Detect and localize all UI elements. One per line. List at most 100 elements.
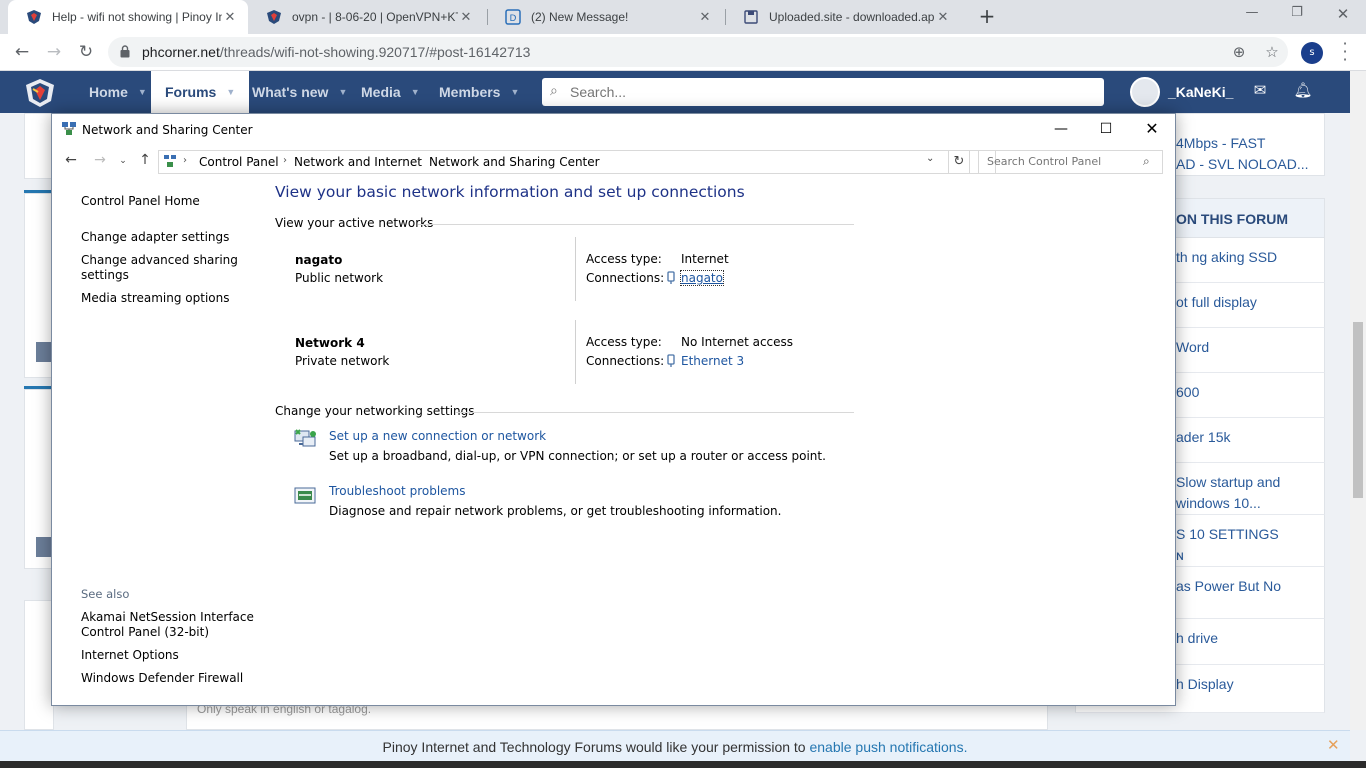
minimize-icon[interactable]: — xyxy=(1046,118,1076,140)
back-arrow-icon[interactable]: ← xyxy=(11,41,33,63)
akamai-netsession-link[interactable]: Akamai NetSession Interface xyxy=(81,610,254,625)
divider xyxy=(575,320,576,384)
search-icon[interactable]: ⌕ xyxy=(1143,154,1150,169)
tab-close-icon[interactable]: ✕ xyxy=(697,9,713,25)
address-bar[interactable]: phcorner.net/threads/wifi-not-showing.92… xyxy=(108,37,1288,67)
change-adapter-settings-link[interactable]: Change adapter settings xyxy=(81,230,229,245)
task-description: Set up a broadband, dial-up, or VPN conn… xyxy=(329,449,826,463)
recent-locations-chevron-icon[interactable]: ⌄ xyxy=(114,156,132,166)
up-arrow-icon[interactable]: ↑ xyxy=(136,152,154,168)
search-control-panel-input[interactable] xyxy=(987,155,1137,168)
breadcrumb-chevron-icon[interactable]: › xyxy=(183,155,187,166)
access-type-label: Access type: xyxy=(586,252,662,266)
bell-icon[interactable]: 🔔︎ xyxy=(1293,81,1313,99)
back-arrow-icon[interactable]: ← xyxy=(62,152,80,168)
tab-close-icon[interactable]: ✕ xyxy=(935,9,951,25)
forward-arrow-icon[interactable]: → xyxy=(43,41,65,63)
troubleshoot-problems-link[interactable]: Troubleshoot problems xyxy=(329,484,465,498)
change-advanced-sharing-link[interactable]: settings xyxy=(81,268,129,283)
close-icon[interactable]: ✕ xyxy=(1327,736,1340,754)
breadcrumb-chevron-icon[interactable]: › xyxy=(417,155,421,166)
breadcrumb[interactable]: › Control Panel › Network and Internet ›… xyxy=(158,150,996,174)
menu-kebab-icon[interactable]: · · · xyxy=(1338,36,1352,68)
forward-arrow-icon[interactable]: → xyxy=(91,152,109,168)
change-networking-settings-heading: Change your networking settings xyxy=(275,404,475,418)
network-center-icon xyxy=(61,121,77,137)
taskbar xyxy=(0,761,1366,768)
tab-help-wifi[interactable]: Help - wifi not showing | Pinoy In ✕ xyxy=(8,0,248,34)
divider xyxy=(456,412,854,413)
refresh-icon[interactable]: ↻ xyxy=(948,150,970,174)
url-text: phcorner.net/threads/wifi-not-showing.92… xyxy=(142,44,531,60)
floppy-favicon-icon xyxy=(743,9,759,25)
maximize-icon[interactable]: ☐ xyxy=(1091,118,1121,140)
restore-icon[interactable]: ❐ xyxy=(1282,5,1312,25)
divider xyxy=(575,237,576,301)
access-type-value: Internet xyxy=(681,252,729,266)
new-tab-button[interactable]: + xyxy=(976,6,998,28)
sidebar-link[interactable]: AD - SVL NOLOAD... xyxy=(1176,156,1309,172)
nav-members[interactable]: Members ▼ xyxy=(439,71,519,113)
page-scrollbar-thumb[interactable] xyxy=(1353,322,1363,498)
internet-options-link[interactable]: Internet Options xyxy=(81,648,179,663)
media-streaming-options-link[interactable]: Media streaming options xyxy=(81,291,229,306)
tab-title: Uploaded.site - downloaded.apk xyxy=(769,10,935,24)
close-icon[interactable]: ✕ xyxy=(1328,5,1358,25)
site-header: Home ▼ Forums ▼ What's new ▼ Media ▼ Members… xyxy=(0,71,1350,113)
tab-ovpn[interactable]: ovpn - | 8-06-20 | OpenVPN+KTH ✕ xyxy=(248,0,484,34)
connection-link-nagato[interactable]: nagato xyxy=(680,270,724,286)
network-category-link[interactable]: Private network xyxy=(295,354,389,368)
close-icon[interactable]: ✕ xyxy=(1137,118,1167,140)
user-avatar[interactable] xyxy=(1130,77,1160,107)
connection-link-ethernet-3[interactable]: Ethernet 3 xyxy=(681,354,744,368)
envelope-icon[interactable]: ✉ xyxy=(1250,81,1270,99)
site-search[interactable]: ⌕ xyxy=(542,78,1104,106)
forum-card xyxy=(24,113,54,179)
window-title: Network and Sharing Center xyxy=(82,123,253,137)
nav-forums[interactable]: Forums ▼ xyxy=(151,71,250,113)
thumbnail xyxy=(36,537,52,557)
akamai-netsession-link[interactable]: Control Panel (32-bit) xyxy=(81,625,209,640)
browser-tabstrip: Help - wifi not showing | Pinoy In ✕ ovp… xyxy=(0,0,1366,34)
control-panel-home-link[interactable]: Control Panel Home xyxy=(81,194,200,209)
lock-icon[interactable] xyxy=(120,45,130,62)
profile-avatar[interactable]: s xyxy=(1301,42,1323,64)
breadcrumb-network-sharing-center[interactable]: Network and Sharing Center xyxy=(429,155,600,169)
username[interactable]: _KaNeKi_ xyxy=(1168,84,1233,100)
tab-close-icon[interactable]: ✕ xyxy=(222,9,238,25)
tab-new-message[interactable]: D (2) New Message! ✕ xyxy=(487,0,723,34)
change-advanced-sharing-link[interactable]: Change advanced sharing xyxy=(81,253,238,268)
sidebar-link[interactable]: 4Mbps - FAST xyxy=(1176,135,1265,151)
push-message: Pinoy Internet and Technology Forums wou… xyxy=(382,739,968,755)
site-search-input[interactable] xyxy=(570,82,1070,102)
chevron-down-icon: ▼ xyxy=(226,87,236,97)
nav-whats-new[interactable]: What's new ▼ xyxy=(252,71,347,113)
breadcrumb-control-panel[interactable]: Control Panel xyxy=(199,155,279,169)
nav-media[interactable]: Media ▼ xyxy=(361,71,420,113)
enable-push-link[interactable]: enable push notifications. xyxy=(809,739,967,755)
active-networks-heading: View your active networks xyxy=(275,216,434,230)
tab-close-icon[interactable]: ✕ xyxy=(458,9,474,25)
set-up-new-connection-link[interactable]: Set up a new connection or network xyxy=(329,429,546,443)
divider xyxy=(418,224,854,225)
add-circle-icon[interactable]: ⊕ xyxy=(1230,43,1248,61)
forum-card xyxy=(24,600,54,730)
minimize-icon[interactable]: — xyxy=(1237,5,1267,25)
breadcrumb-network-internet[interactable]: Network and Internet xyxy=(294,155,422,169)
network-category-link[interactable]: Public network xyxy=(295,271,383,285)
tab-uploaded-site[interactable]: Uploaded.site - downloaded.apk ✕ xyxy=(725,0,961,34)
control-panel-search[interactable]: ⌕ xyxy=(978,150,1163,174)
network-sharing-center-window: Network and Sharing Center — ☐ ✕ ← → ⌄ ↑… xyxy=(51,113,1176,706)
star-bookmark-icon[interactable]: ☆ xyxy=(1263,43,1281,61)
address-dropdown-icon[interactable]: ⌄ xyxy=(926,153,934,164)
nav-home[interactable]: Home ▼ xyxy=(89,71,147,113)
network-name: Network 4 xyxy=(295,336,365,350)
chevron-down-icon: ▼ xyxy=(410,87,420,97)
see-also-label: See also xyxy=(81,587,130,601)
reload-icon[interactable]: ↻ xyxy=(75,41,97,63)
windows-defender-firewall-link[interactable]: Windows Defender Firewall xyxy=(81,671,243,686)
site-logo[interactable] xyxy=(24,77,56,109)
tab-title: Help - wifi not showing | Pinoy In xyxy=(52,10,222,24)
breadcrumb-chevron-icon[interactable]: › xyxy=(283,155,287,166)
tab-title: (2) New Message! xyxy=(531,10,629,24)
